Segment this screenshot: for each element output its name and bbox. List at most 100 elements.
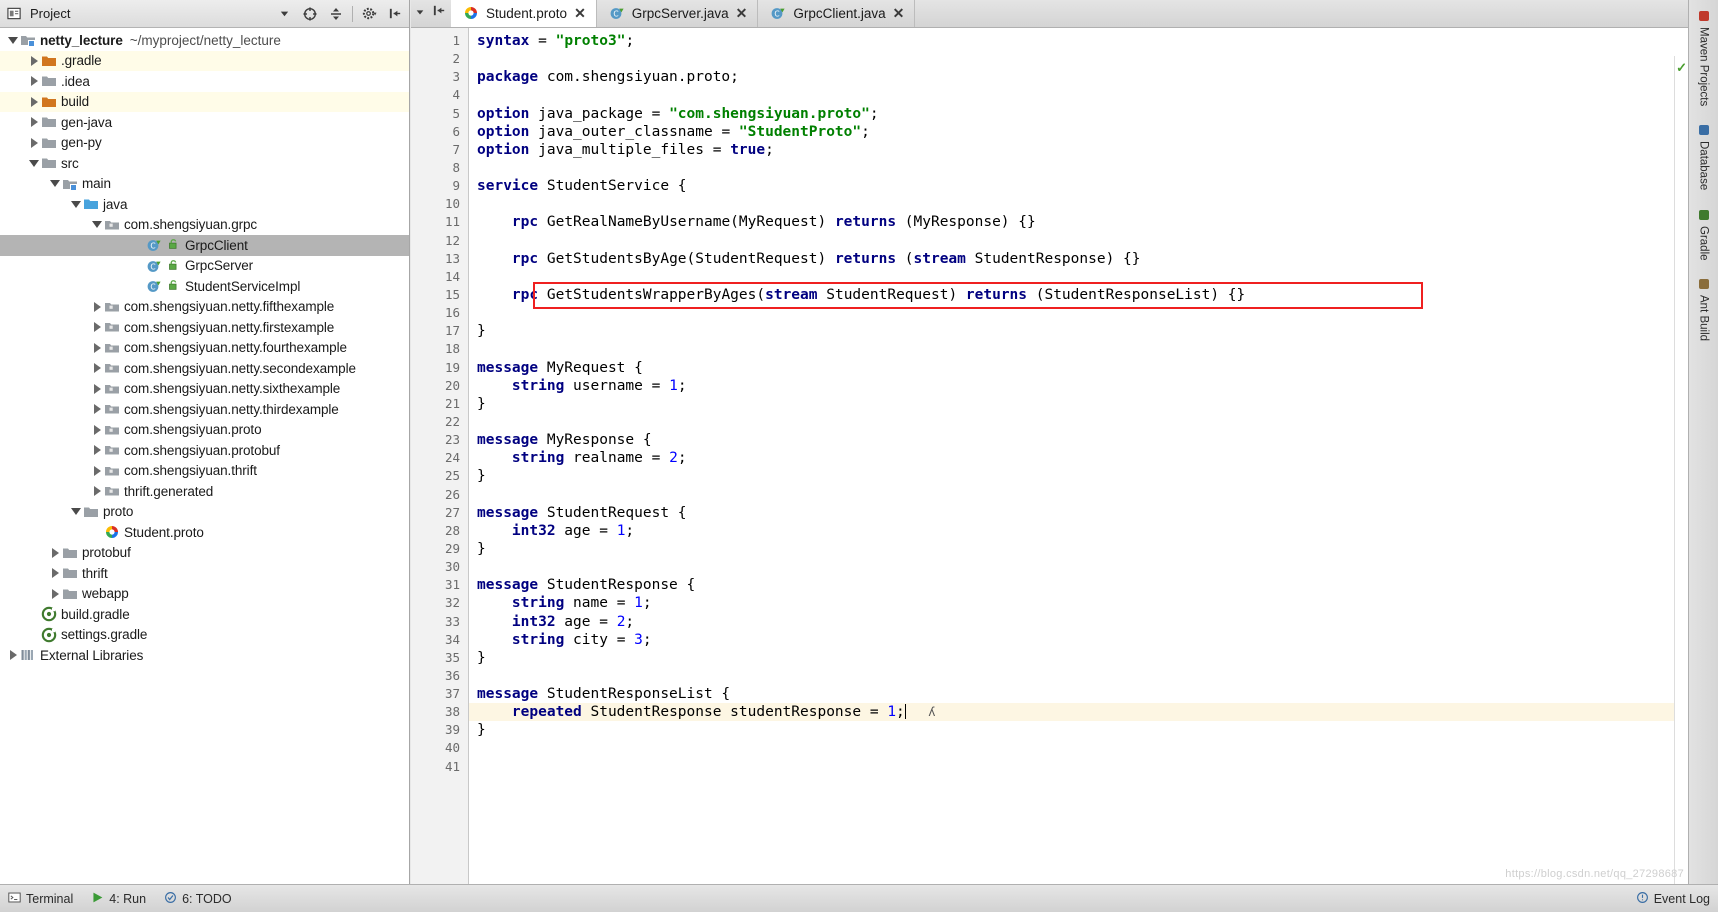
collapse-target-icon[interactable] <box>300 4 320 24</box>
tree-row[interactable]: thrift <box>0 563 409 584</box>
chevron-right-icon[interactable] <box>90 300 104 314</box>
close-icon[interactable]: ✕ <box>893 6 905 20</box>
code-line[interactable] <box>469 413 1688 431</box>
code-line[interactable]: package com.shengsiyuan.proto; <box>469 68 1688 86</box>
code-line[interactable]: rpc GetStudentsWrapperByAges(stream Stud… <box>469 286 1688 304</box>
tree-row[interactable]: C StudentServiceImpl <box>0 276 409 297</box>
tree-row[interactable]: protobuf <box>0 543 409 564</box>
tree-row[interactable]: C GrpcClient <box>0 235 409 256</box>
tree-row[interactable]: com.shengsiyuan.grpc <box>0 215 409 236</box>
code-line[interactable]: int32 age = 2; <box>469 613 1688 631</box>
tree-row[interactable]: settings.gradle <box>0 625 409 646</box>
status-event-log-button[interactable]: Event Log <box>1636 891 1710 907</box>
right-tool-button[interactable]: Maven Projects <box>1695 6 1712 110</box>
code-line[interactable]: message MyResponse { <box>469 431 1688 449</box>
tree-row[interactable]: java <box>0 194 409 215</box>
code-line[interactable] <box>469 667 1688 685</box>
project-tree[interactable]: netty_lecture ~/myproject/netty_lecture .g… <box>0 28 409 884</box>
code-line[interactable] <box>469 159 1688 177</box>
chevron-down-icon[interactable] <box>274 4 294 24</box>
collapse-all-icon[interactable] <box>326 4 346 24</box>
code-line[interactable]: service StudentService { <box>469 177 1688 195</box>
code-line[interactable] <box>469 758 1688 776</box>
chevron-right-icon[interactable] <box>90 443 104 457</box>
code-line[interactable]: option java_outer_classname = "StudentPr… <box>469 123 1688 141</box>
code-line[interactable] <box>469 50 1688 68</box>
code-line[interactable]: } <box>469 649 1688 667</box>
chevron-right-icon[interactable] <box>6 648 20 662</box>
code-line[interactable]: } <box>469 540 1688 558</box>
tree-row[interactable]: com.shengsiyuan.proto <box>0 420 409 441</box>
tree-row[interactable]: netty_lecture ~/myproject/netty_lecture <box>0 30 409 51</box>
tree-row[interactable]: com.shengsiyuan.netty.secondexample <box>0 358 409 379</box>
tree-row[interactable]: com.shengsiyuan.netty.fourthexample <box>0 338 409 359</box>
code-line[interactable]: string username = 1; <box>469 377 1688 395</box>
tree-row[interactable]: .gradle <box>0 50 409 71</box>
hide-panel-icon[interactable] <box>432 3 447 23</box>
code-line[interactable]: string city = 3; <box>469 631 1688 649</box>
chevron-right-icon[interactable] <box>90 341 104 355</box>
editor-tab[interactable]: C GrpcClient.java ✕ <box>758 0 916 27</box>
code-line[interactable]: message StudentRequest { <box>469 504 1688 522</box>
code-line[interactable]: int32 age = 1; <box>469 522 1688 540</box>
tree-row[interactable]: C GrpcServer <box>0 256 409 277</box>
status-run-button[interactable]: 4: Run <box>91 891 146 907</box>
chevron-down-icon[interactable] <box>69 505 83 519</box>
close-icon[interactable]: ✕ <box>574 6 586 20</box>
chevron-down-icon[interactable] <box>6 33 20 47</box>
chevron-right-icon[interactable] <box>90 402 104 416</box>
chevron-right-icon[interactable] <box>27 136 41 150</box>
tree-row[interactable]: .idea <box>0 71 409 92</box>
code-line[interactable]: option java_multiple_files = true; <box>469 141 1688 159</box>
code-line[interactable] <box>469 232 1688 250</box>
chevron-right-icon[interactable] <box>90 361 104 375</box>
chevron-down-icon[interactable] <box>48 177 62 191</box>
code-viewport[interactable]: 1 2 3 4 5 6 7 8 9 10 11 12 13 14 15 16 17 18 19 20 21 22 23 24 2… <box>411 28 1688 884</box>
code-line[interactable]: } <box>469 395 1688 413</box>
code-line[interactable]: } <box>469 467 1688 485</box>
code-line[interactable] <box>469 268 1688 286</box>
chevron-right-icon[interactable] <box>27 115 41 129</box>
hide-panel-icon[interactable] <box>385 4 405 24</box>
code-line[interactable] <box>469 558 1688 576</box>
chevron-right-icon[interactable] <box>90 464 104 478</box>
code-line[interactable] <box>469 304 1688 322</box>
chevron-down-icon[interactable] <box>69 197 83 211</box>
chevron-right-icon[interactable] <box>27 54 41 68</box>
chevron-down-icon[interactable] <box>90 218 104 232</box>
close-icon[interactable]: ✕ <box>736 6 748 20</box>
status-terminal-button[interactable]: Terminal <box>8 891 73 907</box>
right-tool-button[interactable]: Ant Build <box>1695 274 1712 345</box>
tree-row[interactable]: com.shengsiyuan.netty.thirdexample <box>0 399 409 420</box>
tree-row[interactable]: gen-java <box>0 112 409 133</box>
code-line[interactable]: string name = 1; <box>469 594 1688 612</box>
gear-icon[interactable] <box>359 4 379 24</box>
right-tool-button[interactable]: Gradle <box>1695 205 1712 265</box>
code-line[interactable]: rpc GetStudentsByAge(StudentRequest) ret… <box>469 250 1688 268</box>
code-line[interactable] <box>469 195 1688 213</box>
tree-row[interactable]: gen-py <box>0 133 409 154</box>
code-line[interactable]: string realname = 2; <box>469 449 1688 467</box>
right-tool-window-bar[interactable]: Maven Projects Database Gradle Ant Build <box>1688 0 1718 884</box>
tree-row[interactable]: build.gradle <box>0 604 409 625</box>
tree-row[interactable]: src <box>0 153 409 174</box>
tree-row[interactable]: com.shengsiyuan.netty.sixthexample <box>0 379 409 400</box>
code-line[interactable] <box>469 86 1688 104</box>
error-stripe-gutter[interactable]: ✓ <box>1674 56 1688 884</box>
chevron-right-icon[interactable] <box>90 382 104 396</box>
code-line[interactable] <box>469 486 1688 504</box>
code-line[interactable] <box>469 739 1688 757</box>
editor-tab[interactable]: C GrpcServer.java ✕ <box>597 0 759 27</box>
tree-row[interactable]: main <box>0 174 409 195</box>
status-todo-button[interactable]: 6: TODO <box>164 891 232 907</box>
tree-row[interactable]: External Libraries <box>0 645 409 666</box>
tree-row[interactable]: proto <box>0 502 409 523</box>
chevron-right-icon[interactable] <box>90 320 104 334</box>
tree-row[interactable]: thrift.generated <box>0 481 409 502</box>
code-line[interactable]: } <box>469 322 1688 340</box>
code-line[interactable] <box>469 340 1688 358</box>
tree-row[interactable]: com.shengsiyuan.protobuf <box>0 440 409 461</box>
chevron-right-icon[interactable] <box>27 74 41 88</box>
chevron-right-icon[interactable] <box>48 566 62 580</box>
chevron-down-icon[interactable] <box>27 156 41 170</box>
